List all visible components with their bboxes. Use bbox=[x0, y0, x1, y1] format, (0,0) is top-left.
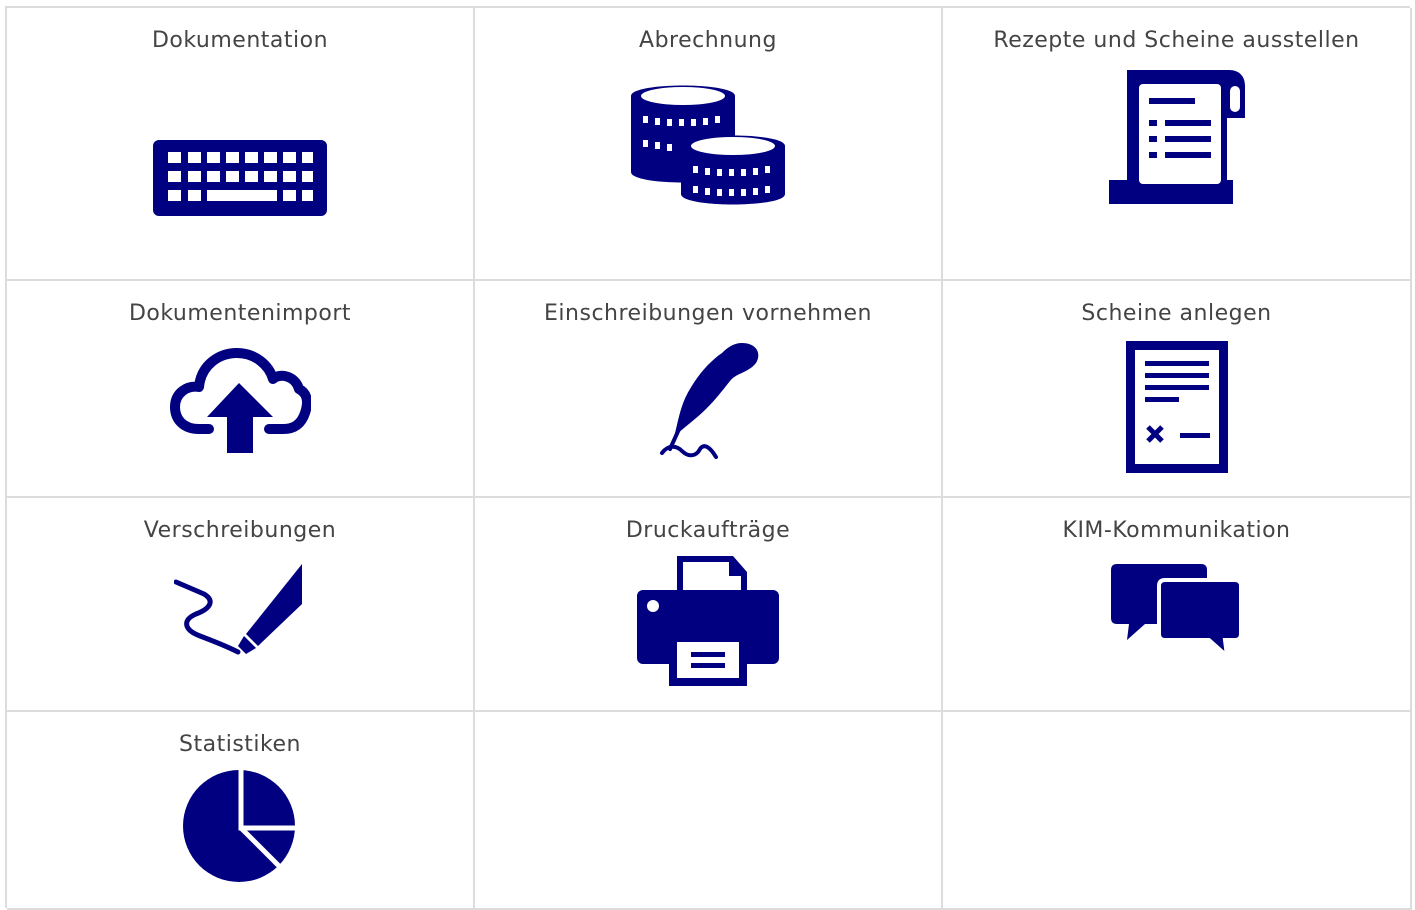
tile-label: Verschreibungen bbox=[143, 518, 337, 543]
tile-label: Statistiken bbox=[179, 732, 301, 757]
quill-signature-icon bbox=[656, 339, 760, 463]
tile-label: KIM-Kommunikation bbox=[1062, 518, 1291, 543]
tile-druckauftraege[interactable]: Druckaufträge bbox=[475, 498, 943, 712]
tile-dokumentation[interactable]: Dokumentation bbox=[7, 8, 475, 281]
tile-empty bbox=[475, 712, 943, 910]
cloud-upload-icon bbox=[169, 347, 311, 453]
tile-einschreibungen-vornehmen[interactable]: Einschreibungen vornehmen bbox=[475, 281, 943, 498]
tile-label: Einschreibungen vornehmen bbox=[544, 301, 872, 326]
tile-label: Abrechnung bbox=[639, 28, 777, 53]
tile-scheine-anlegen[interactable]: Scheine anlegen bbox=[943, 281, 1412, 498]
chat-bubbles-icon bbox=[1110, 564, 1243, 656]
tile-dokumentenimport[interactable]: Dokumentenimport bbox=[7, 281, 475, 498]
tile-label: Scheine anlegen bbox=[1081, 301, 1272, 326]
function-tile-grid: Dokumentation Abrechnung Rezepte und Sch… bbox=[5, 6, 1412, 910]
pen-signature-icon bbox=[174, 564, 306, 656]
tile-label: Dokumentation bbox=[151, 28, 329, 53]
form-document-icon bbox=[1125, 341, 1228, 473]
tile-empty bbox=[943, 712, 1412, 910]
tile-label: Dokumentenimport bbox=[128, 301, 352, 326]
receipt-scroll-icon bbox=[1108, 70, 1245, 204]
tile-abrechnung[interactable]: Abrechnung bbox=[475, 8, 943, 281]
pie-chart-icon bbox=[183, 770, 297, 884]
coins-icon bbox=[629, 76, 787, 210]
tile-rezepte-und-scheine-ausstellen[interactable]: Rezepte und Scheine ausstellen bbox=[943, 8, 1412, 281]
keyboard-icon bbox=[153, 140, 327, 216]
tile-label: Druckaufträge bbox=[625, 518, 791, 543]
tile-statistiken[interactable]: Statistiken bbox=[7, 712, 475, 910]
printer-icon bbox=[637, 556, 779, 686]
tile-kim-kommunikation[interactable]: KIM-Kommunikation bbox=[943, 498, 1412, 712]
tile-label: Rezepte und Scheine ausstellen bbox=[993, 28, 1360, 53]
tile-verschreibungen[interactable]: Verschreibungen bbox=[7, 498, 475, 712]
